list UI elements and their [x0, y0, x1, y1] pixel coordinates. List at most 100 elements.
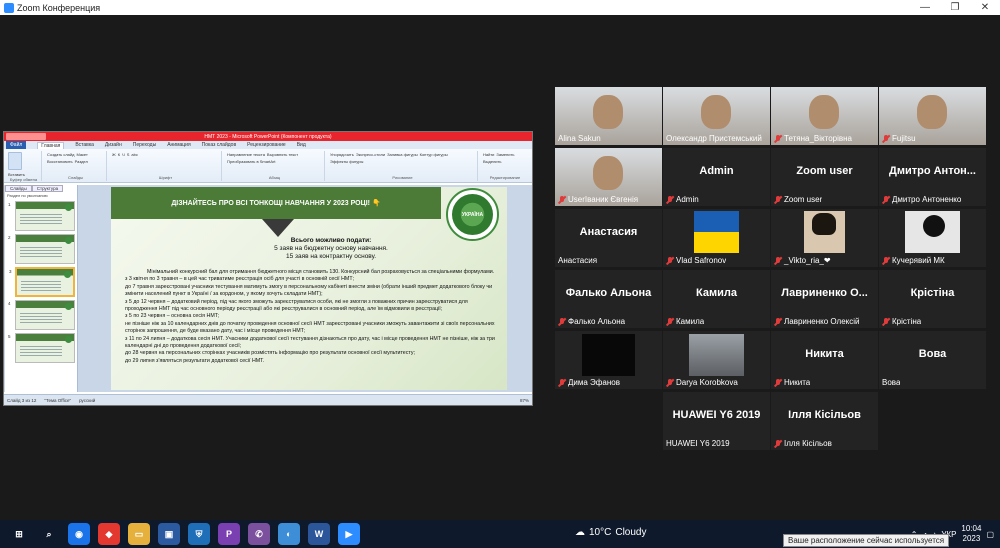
shape-effects-button[interactable]: Эффекты фигуры — [330, 159, 363, 164]
store-icon[interactable]: ▣ — [158, 523, 180, 545]
participant-tile-vova[interactable]: Вова Вова — [879, 331, 986, 389]
section-button[interactable]: Раздел — [75, 159, 88, 164]
participant-tile-darya[interactable]: Darya Korobkova — [663, 331, 770, 389]
participant-name: Vlad Safronov — [676, 256, 727, 265]
participant-tile-lavrynenko[interactable]: Лавриненко О... Лавриненко Олексій — [771, 270, 878, 328]
new-slide-button[interactable]: Создать слайд — [47, 152, 74, 157]
slide-thumbnail-4[interactable]: 4 — [8, 300, 75, 330]
participant-tile-nikita[interactable]: Никита Никита — [771, 331, 878, 389]
shape-outline-button[interactable]: Контур фигуры — [420, 152, 448, 157]
shape-fill-button[interactable]: Заливка фигуры — [387, 152, 418, 157]
ukraine-seal-logo: УКРАЇНА — [446, 188, 499, 241]
zoom-logo-icon — [4, 2, 14, 13]
participant-tile-anastasia[interactable]: Анастасия Анастасия — [555, 209, 662, 267]
select-button[interactable]: Выделить — [483, 159, 501, 164]
teams-icon[interactable]: ◐ — [278, 523, 300, 545]
tab-slideshow[interactable]: Показ слайдов — [202, 142, 236, 148]
participant-tile-kucheryavyi[interactable]: Кучерявий МК — [879, 209, 986, 267]
quick-access-toolbar[interactable] — [6, 133, 46, 140]
participant-tile-userivanyk[interactable]: UserІваник Євгенія — [555, 148, 662, 206]
participant-display-name: HUAWEI Y6 2019 — [672, 409, 761, 421]
participant-tile-alina[interactable]: Alina Sakun — [555, 87, 662, 145]
participant-tile-kamila[interactable]: Камила Камила — [663, 270, 770, 328]
down-arrow-shape — [262, 219, 294, 237]
maximize-button[interactable]: ❐ — [940, 0, 970, 15]
text-direction-button[interactable]: Направление текста — [227, 152, 265, 157]
slide-line: до 7 травня зареєстровані учасники тесту… — [125, 283, 493, 298]
participant-tile-tetyana[interactable]: Тетяна_Вікторівна — [771, 87, 878, 145]
ribbon-group-name: Буфер обмена — [9, 177, 38, 182]
word-icon[interactable]: W — [308, 523, 330, 545]
viber-icon[interactable]: ✆ — [248, 523, 270, 545]
minimize-button[interactable]: — — [910, 0, 940, 15]
participant-tile-falko[interactable]: Фалько Альона Фалько Альона — [555, 270, 662, 328]
language-indicator[interactable]: русский — [79, 398, 95, 403]
windows-start-icon[interactable]: ⊞ — [8, 523, 30, 545]
tab-outline[interactable]: Структура — [31, 185, 64, 192]
participant-tile-dima[interactable]: Дима Эфанов — [555, 331, 662, 389]
participant-name: UserІваник Євгенія — [568, 195, 639, 204]
participant-tile-olek[interactable]: Олександр Пристемський — [663, 87, 770, 145]
paste-icon[interactable] — [8, 152, 22, 170]
participant-name: Анастасия — [558, 256, 598, 265]
participant-tile-huawei[interactable]: HUAWEI Y6 2019 HUAWEI Y6 2019 — [663, 392, 770, 450]
participant-name: Кучерявий МК — [892, 256, 945, 265]
file-explorer-icon[interactable]: ▭ — [128, 523, 150, 545]
slide-canvas[interactable]: ДІЗНАЙТЕСЬ ПРО ВСІ ТОНКОЩІ НАВЧАННЯ У 20… — [111, 187, 507, 390]
participant-tile-zoomuser[interactable]: Zoom user Zoom user — [771, 148, 878, 206]
zoom-level[interactable]: 87% — [520, 398, 529, 403]
smartart-button[interactable]: Преобразовать в SmartArt — [227, 159, 276, 164]
close-button[interactable]: ✕ — [970, 0, 1000, 15]
align-text-button[interactable]: Выровнять текст — [267, 152, 298, 157]
participant-tile-admin[interactable]: Admin Admin — [663, 148, 770, 206]
tab-design[interactable]: Дизайн — [105, 142, 122, 148]
find-button[interactable]: Найти — [483, 152, 494, 157]
layout-button[interactable]: Макет — [76, 152, 87, 157]
tab-review[interactable]: Рецензирование — [247, 142, 286, 148]
slide-line: з 3 квітня по 3 травня – в цей час трива… — [125, 276, 355, 283]
participant-display-name: Анастасия — [579, 226, 638, 238]
participant-tile-illya[interactable]: Ілля Кісільов Ілля Кісільов — [771, 392, 878, 450]
tab-insert[interactable]: Вставка — [75, 142, 94, 148]
tab-animation[interactable]: Анимация — [167, 142, 190, 148]
slide-thumbnail-5[interactable]: 5 — [8, 333, 75, 363]
arrange-button[interactable]: Упорядочить — [330, 152, 354, 157]
participant-display-name: Фалько Альона — [565, 287, 652, 299]
tab-file[interactable]: Файл — [6, 141, 27, 149]
participant-tile-fujitsu[interactable]: Fujitsu — [879, 87, 986, 145]
italic-button[interactable]: К — [118, 152, 120, 157]
participant-tile-vlad[interactable]: Vlad Safronov — [663, 209, 770, 267]
ribbon-group-clipboard: Вставить Буфер обмена — [6, 151, 42, 182]
paint-icon[interactable]: P — [218, 523, 240, 545]
participant-display-name: Admin — [699, 165, 734, 177]
participant-name-label: _Vikto_ria_❤ — [774, 256, 831, 265]
tab-slides[interactable]: Слайды — [5, 185, 32, 192]
tab-view[interactable]: Вид — [297, 142, 306, 148]
bold-button[interactable]: Ж — [112, 152, 116, 157]
reset-button[interactable]: Восстановить — [47, 159, 73, 164]
notifications-icon[interactable]: ▢ — [986, 530, 994, 539]
participant-tile-viktoria[interactable]: _Vikto_ria_❤ — [771, 209, 878, 267]
strikethrough-button[interactable]: abc — [131, 152, 137, 157]
replace-button[interactable]: Заменить — [496, 152, 514, 157]
anydesk-icon[interactable]: ◆ — [98, 523, 120, 545]
slide-thumbnail-3[interactable]: 3 — [9, 267, 75, 297]
weather-widget[interactable]: ☁ 10°C Cloudy — [575, 527, 646, 538]
quick-styles-button[interactable]: Экспресс-стили — [356, 152, 385, 157]
chrome-icon[interactable]: ◉ — [68, 523, 90, 545]
slide-thumbnail-1[interactable]: 1 — [8, 201, 75, 231]
tab-home[interactable]: Главная — [37, 141, 65, 149]
shadow-button[interactable]: S — [127, 152, 130, 157]
defender-icon[interactable]: ⛨ — [188, 523, 210, 545]
zoom-icon[interactable]: ▶ — [338, 523, 360, 545]
clock[interactable]: 10:04 2023 — [961, 524, 981, 544]
search-icon[interactable]: ⌕ — [38, 523, 60, 545]
participant-name-label: Admin — [666, 195, 699, 204]
tab-transitions[interactable]: Переходы — [133, 142, 156, 148]
participant-name-label: Darya Korobkova — [666, 378, 738, 387]
participant-tile-dmytro[interactable]: Дмитро Антон... Дмитро Антоненко — [879, 148, 986, 206]
slide-thumbnail-2[interactable]: 2 — [8, 234, 75, 264]
underline-button[interactable]: Ч — [122, 152, 125, 157]
participant-name: Fujitsu — [892, 134, 916, 143]
participant-tile-kristina[interactable]: Крістіна Крістіна — [879, 270, 986, 328]
